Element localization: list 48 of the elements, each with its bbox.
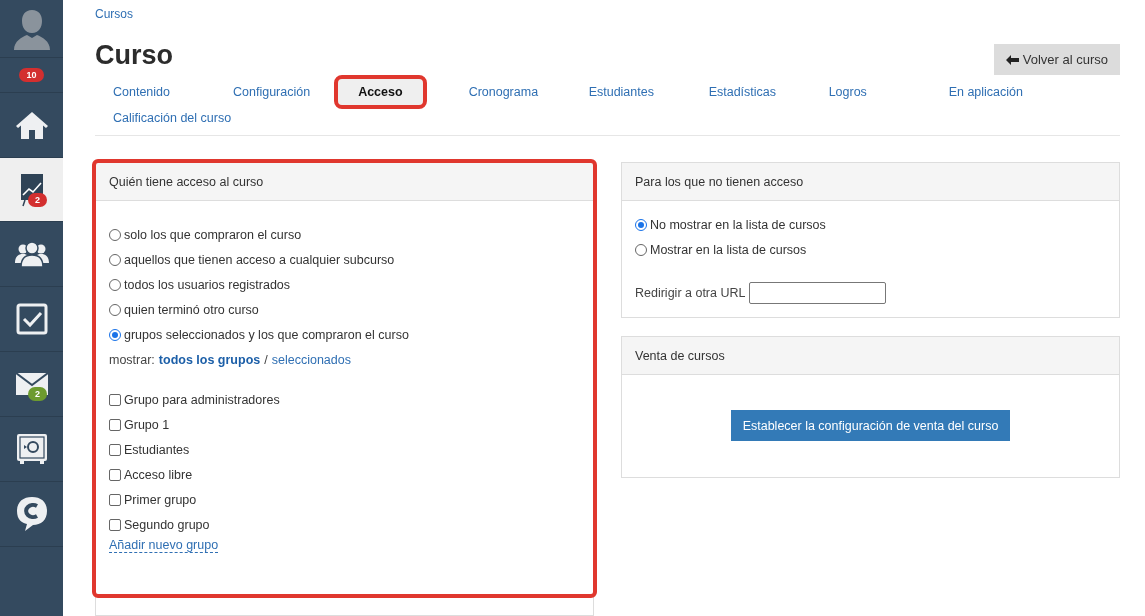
breadcrumb-link[interactable]: Cursos bbox=[95, 7, 133, 21]
separator: / bbox=[264, 353, 268, 367]
tab[interactable]: Calificación del curso bbox=[95, 105, 250, 131]
url-input-field[interactable] bbox=[749, 282, 887, 304]
tab[interactable]: Configuración bbox=[215, 79, 329, 105]
tab[interactable]: Estadísticas bbox=[690, 79, 797, 105]
count-badge: 2 bbox=[28, 387, 47, 401]
group-checkbox[interactable]: Acceso libre bbox=[109, 462, 580, 487]
tab[interactable]: En aplicación bbox=[930, 79, 1041, 105]
home-icon bbox=[14, 110, 49, 140]
chat-icon bbox=[15, 496, 48, 532]
radio-option[interactable]: Mostrar en la lista de cursos bbox=[635, 237, 1106, 262]
tab[interactable]: Logros bbox=[810, 79, 917, 105]
radio-option[interactable]: No mostrar en la lista de cursos bbox=[635, 212, 1106, 237]
page-title: Curso bbox=[95, 40, 173, 71]
filter-link[interactable]: todos los grupos bbox=[158, 353, 261, 367]
tab[interactable]: Contenido bbox=[95, 79, 201, 105]
radio-option[interactable]: grupos seleccionados y los que compraron el curso bbox=[109, 322, 580, 347]
group-checkbox[interactable]: Primer grupo bbox=[109, 487, 580, 512]
checkbox-icon bbox=[15, 303, 48, 335]
back-button[interactable]: Volver al curso bbox=[993, 44, 1120, 75]
show-label: mostrar: bbox=[109, 353, 155, 367]
add-group-link[interactable]: Añadir nuevo grupo bbox=[109, 538, 219, 553]
group-checkbox[interactable]: Segundo grupo bbox=[109, 512, 580, 537]
radio-option[interactable]: quien terminó otro curso bbox=[109, 297, 580, 322]
tab[interactable]: Cronograma bbox=[450, 79, 557, 105]
panel-title: Para los que no tienen acceso bbox=[622, 163, 1119, 201]
sidebar-item[interactable]: 2 bbox=[0, 158, 63, 222]
group-checkbox[interactable]: Grupo para administradores bbox=[109, 387, 580, 412]
group-checkbox[interactable]: Grupo 1 bbox=[109, 412, 580, 437]
count-badge: 2 bbox=[28, 193, 47, 207]
panel-title: Venta de cursos bbox=[622, 337, 1119, 375]
tab[interactable]: Estudiantes bbox=[570, 79, 677, 105]
people-icon bbox=[14, 241, 49, 267]
radio-option[interactable]: solo los que compraron el curso bbox=[109, 222, 580, 247]
group-checkbox[interactable]: Estudiantes bbox=[109, 437, 580, 462]
safe-icon bbox=[15, 433, 48, 465]
panel-title: Quién tiene acceso al curso bbox=[96, 163, 593, 201]
filter-link[interactable]: seleccionados bbox=[271, 353, 351, 367]
radio-option[interactable]: aquellos que tienen acceso a cualquier subcurso bbox=[109, 247, 580, 272]
redirect-label: Redirigir a otra URL bbox=[635, 286, 746, 300]
sidebar-item[interactable]: 10 bbox=[0, 58, 63, 93]
chart-board-icon bbox=[18, 172, 45, 207]
left-arrow-icon bbox=[1005, 54, 1019, 65]
sidebar-item[interactable]: 2 bbox=[0, 352, 63, 417]
radio-option[interactable]: todos los usuarios registrados bbox=[109, 272, 580, 297]
count-badge: 10 bbox=[19, 68, 44, 82]
sales-settings-button[interactable]: Establecer la configuración de venta del curso bbox=[730, 410, 1011, 441]
